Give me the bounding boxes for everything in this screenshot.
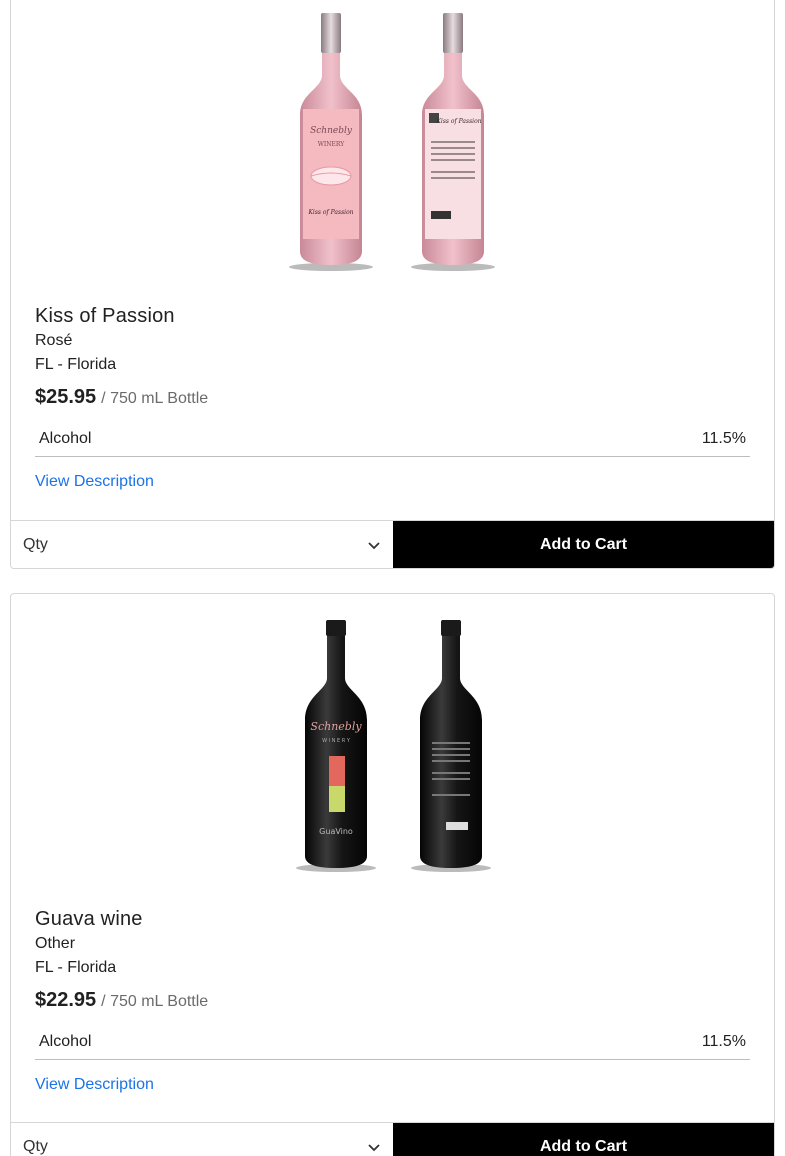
svg-text:Schnebly: Schnebly <box>310 720 362 733</box>
svg-text:GuaVino: GuaVino <box>319 827 353 836</box>
add-to-cart-button[interactable]: Add to Cart <box>393 1123 774 1156</box>
product-card: Schnebly WINERY Kiss of Passion Kiss of … <box>10 0 775 569</box>
product-image[interactable]: Schnebly W I N E R Y GuaVino <box>11 594 774 894</box>
bottle-back-image <box>411 620 491 872</box>
attribute-label: Alcohol <box>39 1032 92 1050</box>
view-description-link[interactable]: View Description <box>35 1076 154 1094</box>
svg-text:Schnebly: Schnebly <box>310 126 353 136</box>
product-info: Guava wine Other FL - Florida $22.95 / 7… <box>35 906 750 1094</box>
product-varietal: Rosé <box>35 332 73 349</box>
product-unit: / 750 mL Bottle <box>101 390 209 407</box>
product-info: Kiss of Passion Rosé FL - Florida $25.95… <box>35 303 750 491</box>
attribute-row-alcohol: Alcohol 11.5% <box>35 1028 750 1060</box>
product-varietal: Other <box>35 935 76 952</box>
attribute-row-alcohol: Alcohol 11.5% <box>35 425 750 457</box>
view-description-link[interactable]: View Description <box>35 473 154 491</box>
product-name: Guava wine <box>35 908 143 930</box>
attribute-label: Alcohol <box>39 429 92 447</box>
product-unit: / 750 mL Bottle <box>101 993 209 1010</box>
add-to-cart-button[interactable]: Add to Cart <box>393 521 774 568</box>
svg-text:WINERY: WINERY <box>318 141 346 148</box>
qty-select-label: Qty <box>23 536 48 553</box>
product-actions: Qty Add to Cart <box>11 520 774 568</box>
svg-text:Kiss of Passion: Kiss of Passion <box>435 118 481 125</box>
svg-text:Kiss of Passion: Kiss of Passion <box>307 209 353 216</box>
product-region: FL - Florida <box>35 959 117 976</box>
chevron-down-icon <box>368 542 380 550</box>
product-card: Schnebly W I N E R Y GuaVino Guava wine … <box>10 593 775 1156</box>
bottle-front-image: Schnebly W I N E R Y GuaVino <box>296 620 376 872</box>
chevron-down-icon <box>368 1144 380 1152</box>
price-row: $22.95 / 750 mL Bottle <box>35 989 750 1017</box>
product-region: FL - Florida <box>35 356 117 373</box>
attribute-value: 11.5% <box>701 429 746 447</box>
product-name: Kiss of Passion <box>35 305 175 327</box>
qty-select[interactable]: Qty <box>11 521 393 568</box>
qty-select[interactable]: Qty <box>11 1123 393 1156</box>
product-price: $25.95 <box>35 386 97 408</box>
bottle-back-image: Kiss of Passion <box>411 13 495 271</box>
attribute-value: 11.5% <box>701 1032 746 1050</box>
product-actions: Qty Add to Cart <box>11 1122 774 1156</box>
bottle-front-image: Schnebly WINERY Kiss of Passion <box>289 13 373 271</box>
price-row: $25.95 / 750 mL Bottle <box>35 386 750 414</box>
product-price: $22.95 <box>35 989 97 1011</box>
qty-select-label: Qty <box>23 1138 48 1155</box>
product-image[interactable]: Schnebly WINERY Kiss of Passion Kiss of … <box>11 0 774 291</box>
svg-text:W I N E R Y: W I N E R Y <box>322 738 351 744</box>
